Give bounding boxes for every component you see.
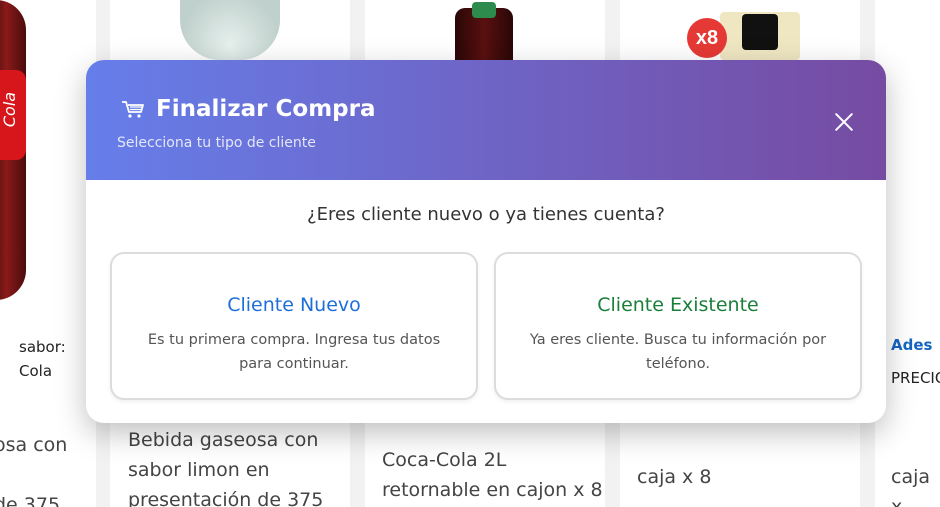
modal-header: Finalizar Compra Selecciona tu tipo de c… [86, 60, 886, 180]
option-title: Cliente Existente [597, 294, 759, 316]
existing-customer-button[interactable]: Cliente Existente Ya eres cliente. Busca… [494, 252, 862, 400]
option-title: Cliente Nuevo [227, 294, 361, 316]
cart-icon [120, 99, 146, 119]
modal-title: Finalizar Compra [120, 96, 376, 122]
modal-title-text: Finalizar Compra [156, 96, 376, 122]
checkout-modal: Finalizar Compra Selecciona tu tipo de c… [86, 60, 886, 423]
modal-subtitle: Selecciona tu tipo de cliente [117, 135, 316, 151]
option-description: Ya eres cliente. Busca tu información po… [529, 332, 827, 372]
new-customer-button[interactable]: Cliente Nuevo Es tu primera compra. Ingr… [110, 252, 478, 400]
customer-type-question: ¿Eres cliente nuevo o ya tienes cuenta? [307, 204, 665, 225]
option-description: Es tu primera compra. Ingresa tus datos … [147, 332, 441, 372]
close-icon[interactable] [832, 110, 856, 134]
